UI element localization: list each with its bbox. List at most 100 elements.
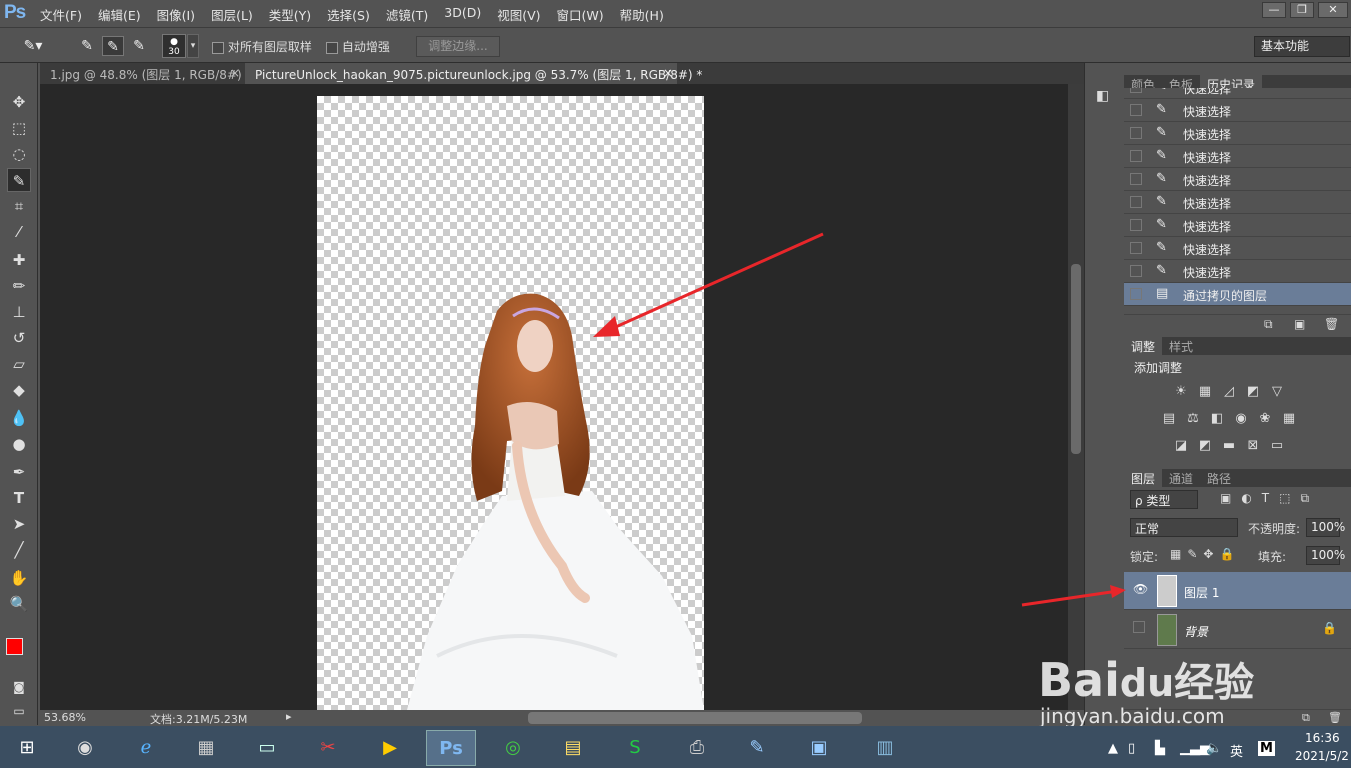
posterize-icon[interactable]: ◩	[1196, 438, 1214, 454]
menu-view[interactable]: 视图(V)	[497, 5, 540, 24]
tool-preset-icon[interactable]: ✎▾	[22, 36, 44, 56]
invert-icon[interactable]: ◪	[1172, 438, 1190, 454]
tray-ime-label[interactable]: 英	[1230, 741, 1243, 760]
subtract-selection-icon[interactable]: ✎	[128, 36, 150, 56]
tray-ime-mode[interactable]: M	[1258, 741, 1275, 756]
selective-color-icon[interactable]: ⊠	[1244, 438, 1262, 454]
tray-date[interactable]: 2021/5/2	[1295, 749, 1349, 763]
history-item[interactable]: ✎ 快速选择	[1124, 88, 1351, 99]
quick-mask-icon[interactable]: ◙	[7, 675, 31, 699]
type-tool-icon[interactable]: T	[7, 486, 31, 510]
tab-layers[interactable]: 图层	[1124, 469, 1163, 488]
green-app-icon[interactable]: S	[610, 730, 660, 766]
fill-input[interactable]: 100%	[1306, 546, 1345, 565]
tray-network-icon[interactable]: ▙	[1155, 741, 1165, 756]
refine-edge-button[interactable]: 调整边缘...	[416, 36, 500, 57]
brightness-icon[interactable]: ☀	[1172, 384, 1190, 400]
history-source-checkbox[interactable]	[1130, 196, 1142, 208]
sample-all-checkbox[interactable]	[212, 41, 224, 54]
history-item[interactable]: ✎ 快速选择	[1124, 237, 1351, 260]
add-selection-icon[interactable]: ✎	[102, 36, 124, 56]
printer-app-icon[interactable]: ⎙	[672, 730, 722, 766]
dodge-tool-icon[interactable]: ●	[7, 432, 31, 456]
history-item[interactable]: ✎ 快速选择	[1124, 168, 1351, 191]
browser-360-icon[interactable]: ◎	[488, 730, 538, 766]
pen-tool-icon[interactable]: ✒	[7, 460, 31, 484]
eraser-tool-icon[interactable]: ▱	[7, 352, 31, 376]
menu-type[interactable]: 类型(Y)	[269, 5, 311, 24]
history-item[interactable]: ✎ 快速选择	[1124, 122, 1351, 145]
history-source-checkbox[interactable]	[1130, 265, 1142, 277]
delete-layer-icon[interactable]: 🗑	[1328, 711, 1342, 724]
history-item[interactable]: ✎ 快速选择	[1124, 99, 1351, 122]
brush-tool-icon[interactable]: ✏	[7, 274, 31, 298]
menu-edit[interactable]: 编辑(E)	[98, 5, 141, 24]
line-tool-icon[interactable]: ╱	[7, 538, 31, 562]
monitor-app-icon[interactable]: ▭	[242, 730, 292, 766]
history-source-checkbox[interactable]	[1130, 127, 1142, 139]
status-menu-arrow[interactable]: ▸	[286, 710, 292, 723]
blur-tool-icon[interactable]: 💧	[7, 406, 31, 430]
new-layer-icon[interactable]: ⧉	[1302, 711, 1310, 725]
history-source-checkbox[interactable]	[1130, 173, 1142, 185]
black-white-icon[interactable]: ◧	[1208, 411, 1226, 427]
snapshot-camera-icon[interactable]: ▣	[1294, 317, 1305, 331]
photo-viewer-icon[interactable]: ▣	[794, 730, 844, 766]
history-item[interactable]: ▤ 通过拷贝的图层	[1124, 283, 1351, 306]
horizontal-scroll-thumb[interactable]	[528, 712, 862, 724]
tab-document-2[interactable]: PictureUnlock_haokan_9075.pictureunlock.…	[245, 63, 702, 84]
menu-select[interactable]: 选择(S)	[327, 5, 370, 24]
new-selection-icon[interactable]: ✎	[76, 36, 98, 56]
quick-select-tool-icon[interactable]: ✎	[7, 168, 31, 192]
history-source-checkbox[interactable]	[1130, 219, 1142, 231]
channel-mixer-icon[interactable]: ❀	[1256, 411, 1274, 427]
history-item[interactable]: ✎ 快速选择	[1124, 260, 1351, 283]
color-lookup-icon[interactable]: ▦	[1280, 411, 1298, 427]
tab-adjustments[interactable]: 调整	[1124, 337, 1163, 356]
zoom-tool-icon[interactable]: 🔍	[7, 592, 31, 616]
eyedropper-tool-icon[interactable]: ⁄	[7, 220, 31, 244]
history-source-checkbox[interactable]	[1130, 150, 1142, 162]
menu-window[interactable]: 窗口(W)	[557, 5, 604, 24]
layer-filter-icons[interactable]: ▣◐T⬚⧉	[1220, 491, 1319, 506]
curves-icon[interactable]: ◿	[1220, 384, 1238, 400]
levels-icon[interactable]: ▦	[1196, 384, 1214, 400]
notes-app-icon[interactable]: ✎	[732, 730, 782, 766]
vertical-scrollbar[interactable]	[1068, 84, 1084, 710]
audio-app-icon[interactable]: ◉	[60, 730, 110, 766]
menu-file[interactable]: 文件(F)	[40, 5, 82, 24]
menu-image[interactable]: 图像(I)	[157, 5, 195, 24]
vertical-scroll-thumb[interactable]	[1071, 264, 1081, 454]
menu-layer[interactable]: 图层(L)	[211, 5, 253, 24]
marquee-tool-icon[interactable]: ⬚	[7, 116, 31, 140]
snipping-tool-icon[interactable]: ✂	[303, 730, 353, 766]
windows-start-icon[interactable]: ⊞	[2, 730, 52, 766]
eye-visibility-icon[interactable]: 👁	[1133, 582, 1148, 596]
tab-close-icon[interactable]: ×	[230, 66, 240, 80]
exposure-icon[interactable]: ◩	[1244, 384, 1262, 400]
minimize-button[interactable]: —	[1262, 2, 1286, 18]
path-select-tool-icon[interactable]: ➤	[7, 512, 31, 536]
history-source-checkbox[interactable]	[1130, 88, 1142, 93]
menu-3d[interactable]: 3D(D)	[444, 5, 481, 24]
gradient-map-icon[interactable]: ▭	[1268, 438, 1286, 454]
restore-button[interactable]: ❐	[1290, 2, 1314, 18]
lasso-tool-icon[interactable]: ◌	[7, 142, 31, 166]
blend-mode-dropdown[interactable]: 正常	[1130, 518, 1238, 537]
tab-channels[interactable]: 通道	[1162, 469, 1200, 488]
tray-device-icon[interactable]: ▯	[1128, 741, 1135, 756]
file-explorer-icon[interactable]: ▤	[548, 730, 598, 766]
history-item[interactable]: ✎ 快速选择	[1124, 145, 1351, 168]
tab-styles[interactable]: 样式	[1162, 337, 1200, 356]
brush-dropdown-arrow[interactable]: ▾	[187, 34, 199, 58]
healing-brush-tool-icon[interactable]: ✚	[7, 248, 31, 272]
history-item[interactable]: ✎ 快速选择	[1124, 191, 1351, 214]
photo-filter-icon[interactable]: ◉	[1232, 411, 1250, 427]
history-source-checkbox[interactable]	[1130, 242, 1142, 254]
tab-close-icon[interactable]: ×	[663, 66, 673, 80]
tray-time[interactable]: 16:36	[1305, 731, 1340, 745]
control-panel-icon[interactable]: ▥	[860, 730, 910, 766]
workspace-dropdown[interactable]: 基本功能	[1254, 36, 1350, 57]
ie-browser-icon[interactable]: ℯ	[121, 730, 171, 766]
calculator-icon[interactable]: ▦	[181, 730, 231, 766]
